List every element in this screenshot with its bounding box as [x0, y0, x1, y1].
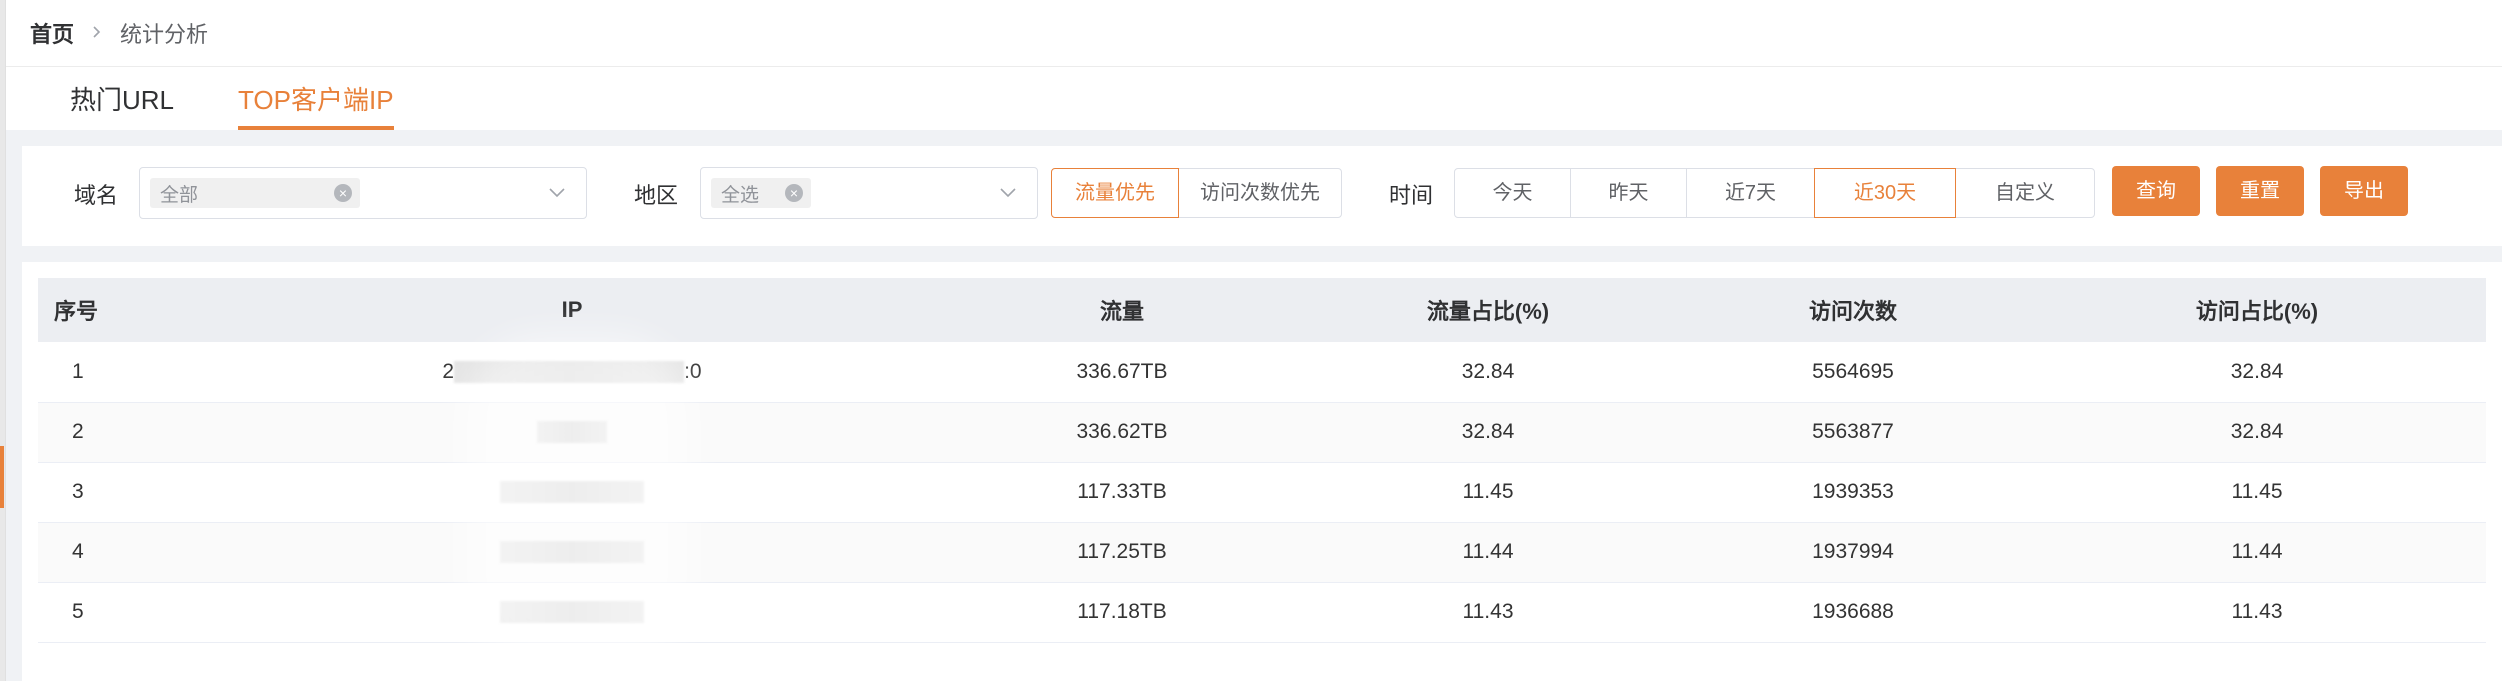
- ip-prefix: 2: [442, 359, 455, 383]
- table-row: 5 117.18TB 11.43 1936688 11.43: [38, 582, 2486, 643]
- row-traffic: 117.25TB: [946, 522, 1298, 583]
- sort-traffic-first[interactable]: 流量优先: [1051, 168, 1179, 218]
- row-index: 5: [38, 582, 198, 643]
- breadcrumb: 首页 统计分析: [30, 0, 208, 66]
- row-traffic-pct: 11.44: [1298, 522, 1678, 583]
- time-custom[interactable]: 自定义: [1955, 168, 2095, 218]
- breadcrumb-current: 统计分析: [120, 22, 209, 47]
- table-row: 1 2 :0 336.67TB 32.84 5564695 32.84: [38, 342, 2486, 403]
- region-tag-text: 全选: [721, 184, 760, 206]
- chevron-right-icon: [90, 22, 104, 45]
- ip-suffix: :0: [684, 359, 702, 383]
- tab-bar: 热门URL TOP客户端IP: [70, 66, 458, 130]
- chevron-down-icon: [549, 188, 565, 198]
- column-header-traffic: 流量: [946, 278, 1298, 342]
- region-select[interactable]: 全选 ×: [700, 167, 1038, 219]
- row-index: 4: [38, 522, 198, 583]
- row-visits: 5564695: [1678, 342, 2028, 403]
- row-traffic: 117.18TB: [946, 582, 1298, 643]
- table-row: 4 117.25TB 11.44 1937994 11.44: [38, 522, 2486, 583]
- domain-select[interactable]: 全部 ×: [139, 167, 587, 219]
- domain-tag: 全部 ×: [150, 178, 360, 208]
- tab-top-client-ip[interactable]: TOP客户端IP: [238, 66, 394, 130]
- top-ip-table: 序号 IP 流量 流量占比(%) 访问次数 访问占比(%) 1 2 :0 336.…: [38, 278, 2486, 643]
- row-traffic-pct: 11.43: [1298, 582, 1678, 643]
- reset-button[interactable]: 重置: [2216, 166, 2304, 216]
- query-button[interactable]: 查询: [2112, 166, 2200, 216]
- time-yesterday[interactable]: 昨天: [1570, 168, 1687, 218]
- row-visits: 1939353: [1678, 462, 2028, 523]
- table-header-row: 序号 IP 流量 流量占比(%) 访问次数 访问占比(%): [38, 278, 2486, 342]
- row-visit-pct: 32.84: [2028, 402, 2486, 463]
- row-visits: 1937994: [1678, 522, 2028, 583]
- table-row: 3 117.33TB 11.45 1939353 11.45: [38, 462, 2486, 523]
- row-visits: 5563877: [1678, 402, 2028, 463]
- row-traffic: 336.67TB: [946, 342, 1298, 403]
- row-visits: 1936688: [1678, 582, 2028, 643]
- data-table-card: 序号 IP 流量 流量占比(%) 访问次数 访问占比(%) 1 2 :0 336.…: [22, 262, 2502, 681]
- tab-hot-url[interactable]: 热门URL: [70, 66, 174, 130]
- chevron-down-icon: [1000, 188, 1016, 198]
- table-row: 2 336.62TB 32.84 5563877 32.84: [38, 402, 2486, 463]
- column-header-visits: 访问次数: [1678, 278, 2028, 342]
- filter-bar: 域名 全部 × 地区 全选 × 流量优先 访问次数优先 时间 今天 昨天 近7天…: [22, 146, 2502, 246]
- domain-tag-text: 全部: [160, 184, 199, 206]
- row-visit-pct: 11.45: [2028, 462, 2486, 523]
- row-visit-pct: 11.44: [2028, 522, 2486, 583]
- close-circle-icon[interactable]: ×: [785, 184, 803, 202]
- time-last-7-days[interactable]: 近7天: [1686, 168, 1815, 218]
- domain-label: 域名: [74, 183, 119, 208]
- row-index: 1: [38, 342, 198, 403]
- row-traffic: 117.33TB: [946, 462, 1298, 523]
- column-header-visit-pct: 访问占比(%): [2028, 278, 2486, 342]
- row-traffic-pct: 11.45: [1298, 462, 1678, 523]
- column-header-ip: IP: [198, 278, 946, 342]
- row-traffic-pct: 32.84: [1298, 342, 1678, 403]
- region-label: 地区: [634, 183, 679, 208]
- row-visit-pct: 32.84: [2028, 342, 2486, 403]
- column-header-index: 序号: [38, 278, 198, 342]
- breadcrumb-home[interactable]: 首页: [30, 17, 74, 49]
- time-last-30-days[interactable]: 近30天: [1814, 168, 1956, 218]
- sort-visits-first[interactable]: 访问次数优先: [1178, 168, 1342, 218]
- column-header-traffic-pct: 流量占比(%): [1298, 278, 1678, 342]
- row-index: 2: [38, 402, 198, 463]
- time-today[interactable]: 今天: [1454, 168, 1571, 218]
- row-visit-pct: 11.43: [2028, 582, 2486, 643]
- top-header: 首页 统计分析 热门URL TOP客户端IP: [6, 0, 2502, 130]
- row-index: 3: [38, 462, 198, 523]
- time-label: 时间: [1389, 183, 1434, 208]
- export-button[interactable]: 导出: [2320, 166, 2408, 216]
- row-traffic-pct: 32.84: [1298, 402, 1678, 463]
- row-traffic: 336.62TB: [946, 402, 1298, 463]
- redaction-blur: [462, 336, 692, 666]
- side-nav-active-indicator: [0, 446, 4, 508]
- page: 首页 统计分析 热门URL TOP客户端IP 域名 全部 × 地区 全选 × 流…: [0, 0, 2502, 681]
- close-circle-icon[interactable]: ×: [334, 184, 352, 202]
- region-tag: 全选 ×: [711, 178, 811, 208]
